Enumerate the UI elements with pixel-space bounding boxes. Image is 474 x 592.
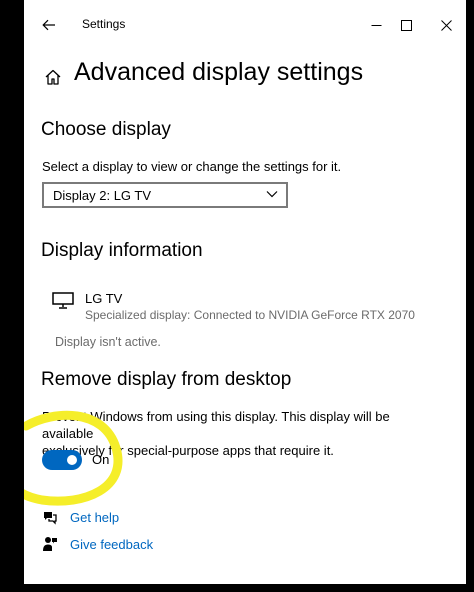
- close-icon: [440, 19, 452, 31]
- remove-display-toggle[interactable]: [42, 450, 82, 470]
- remove-display-heading: Remove display from desktop: [41, 369, 292, 390]
- maximize-button[interactable]: [386, 10, 426, 40]
- left-border: [0, 0, 24, 592]
- display-description: Specialized display: Connected to NVIDIA…: [85, 308, 415, 322]
- home-icon: [45, 69, 61, 85]
- window-title: Settings: [82, 17, 126, 31]
- chevron-down-icon: [266, 191, 278, 198]
- settings-window: Settings Advanced display settings Choos…: [24, 0, 466, 584]
- give-feedback-link[interactable]: Give feedback: [42, 535, 153, 553]
- toggle-state-label: On: [92, 452, 110, 467]
- monitor-icon: [52, 292, 74, 309]
- back-arrow-icon: [42, 19, 55, 31]
- toggle-knob: [67, 455, 77, 465]
- display-status: Display isn't active.: [55, 335, 161, 349]
- right-border: [466, 0, 474, 592]
- remove-display-description-line1: Prevent Windows from using this display.…: [42, 409, 390, 441]
- get-help-link[interactable]: Get help: [42, 508, 119, 526]
- bottom-border: [0, 584, 474, 592]
- page-title: Advanced display settings: [74, 58, 364, 86]
- get-help-text[interactable]: Get help: [70, 510, 119, 525]
- close-button[interactable]: [426, 10, 466, 40]
- choose-display-heading: Choose display: [41, 119, 171, 140]
- display-information-heading: Display information: [41, 240, 203, 261]
- minimize-icon: [371, 24, 381, 26]
- help-chat-icon: [44, 512, 57, 525]
- display-name: LG TV: [85, 291, 123, 306]
- title-bar: Settings: [24, 0, 466, 50]
- back-button[interactable]: [36, 12, 62, 38]
- maximize-icon: [400, 19, 412, 31]
- display-select-dropdown[interactable]: Display 2: LG TV: [42, 182, 288, 208]
- feedback-person-icon: [43, 537, 57, 551]
- give-feedback-text[interactable]: Give feedback: [70, 537, 153, 552]
- display-select-value: Display 2: LG TV: [53, 187, 152, 203]
- choose-display-description: Select a display to view or change the s…: [42, 159, 342, 174]
